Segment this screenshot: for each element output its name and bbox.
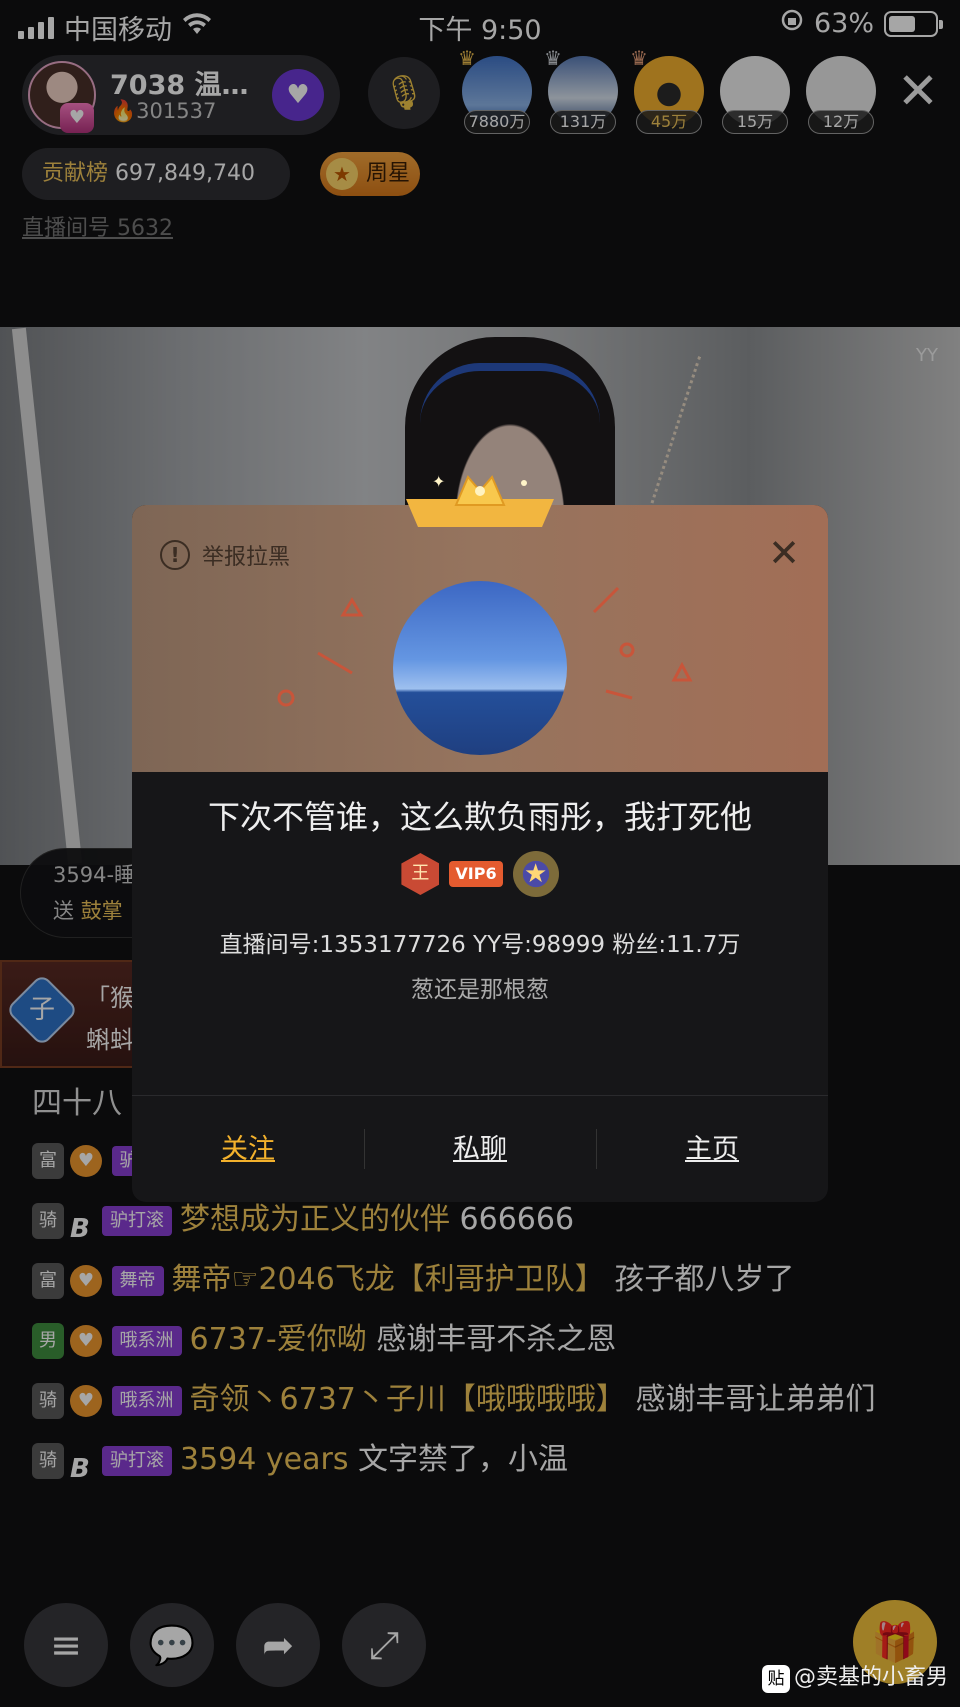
tieba-icon: 贴: [761, 1665, 790, 1693]
user-info: 直播间号:1353177726 YY号:98999 粉丝:11.7万: [219, 932, 741, 958]
watermark-text: @卖基的小畜男: [793, 1665, 948, 1690]
dialog-header: ! 举报拉黑 ✕: [132, 505, 828, 772]
user-signature: 葱还是那根葱: [411, 977, 549, 1003]
king-badge: 王: [401, 853, 440, 895]
svg-text:✦: ✦: [432, 472, 445, 491]
user-profile-dialog: ! 举报拉黑 ✕ ✦ 下次不管谁，这么欺负雨彤，我打死他 王 VIP6 ★ 直播…: [132, 472, 828, 1202]
dialog-actions: 关注 私聊 主页: [132, 1095, 828, 1202]
user-avatar[interactable]: [393, 581, 567, 755]
source-watermark: 贴 @卖基的小畜男: [761, 1659, 948, 1693]
crown-icon: ✦: [406, 472, 554, 527]
user-badges: 王 VIP6 ★: [132, 851, 828, 897]
private-chat-button[interactable]: 私聊: [364, 1096, 596, 1202]
user-name: 下次不管谁，这么欺负雨彤，我打死他: [207, 798, 752, 836]
vip-badge: VIP6: [449, 861, 503, 887]
homepage-button[interactable]: 主页: [596, 1096, 828, 1202]
follow-button[interactable]: 关注: [132, 1096, 364, 1202]
star-badge-icon: ★: [512, 851, 559, 897]
